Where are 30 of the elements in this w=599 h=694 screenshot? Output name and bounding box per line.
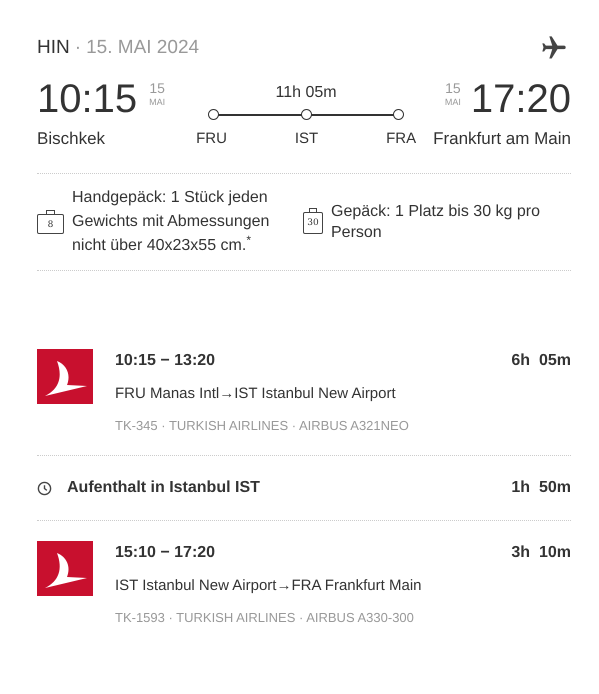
flight-times: 10:15 − 13:20 <box>115 351 216 371</box>
trip-direction: HIN <box>37 36 70 60</box>
airport-code: IST <box>294 128 318 148</box>
departure-city: Bischkek <box>37 128 106 150</box>
flight-times: 15:10 − 17:20 <box>115 543 216 563</box>
baggage-allowance: Handgepäck: 1 Stück jeden Gewichts mit Abmessungen nicht über 40x23x55 cm.$^{*}$ <box>72 188 270 256</box>
flight-details: TK-1593 · TURKISH AIRLINES · AIRBUS A330-300 <box>115 608 415 626</box>
airport-code: FRU <box>196 128 227 148</box>
departure-day: 15 <box>149 80 165 96</box>
trip-date: 15. MAI 2024 <box>86 36 200 60</box>
arrival-city: Frankfurt am Main <box>433 128 571 150</box>
flight-details: TK-345 · TURKISH AIRLINES · AIRBUS A321NEO <box>115 416 410 434</box>
arrival-time: 17:20 <box>470 76 571 120</box>
flight-duration: 3h 10m <box>511 543 571 563</box>
layover-duration: 1h 50m <box>511 478 571 498</box>
separator-dot: · <box>74 36 82 60</box>
flight-route: FRU Manas Intl→IST Istanbul New Airport <box>115 384 397 404</box>
arrival-day: 15 <box>445 80 461 96</box>
clock-icon <box>37 480 52 496</box>
flight-route: IST Istanbul New Airport→FRA Frankfurt Main <box>115 576 422 596</box>
airline-logo <box>37 541 93 596</box>
airport-code: FRA <box>386 128 416 148</box>
layover-text: Aufenthalt in Istanbul IST <box>67 478 260 498</box>
total-duration: 11h 05m <box>276 82 337 102</box>
departure-month: MAI <box>149 96 166 108</box>
airline-logo <box>37 349 93 404</box>
baggage-allowance: Gepäck: 1 Platz bis 30 kg pro Person <box>331 202 541 243</box>
departure-time: 10:15 <box>37 76 138 120</box>
arrival-month: MAI <box>444 96 461 108</box>
flight-duration: 6h 05m <box>511 351 571 371</box>
